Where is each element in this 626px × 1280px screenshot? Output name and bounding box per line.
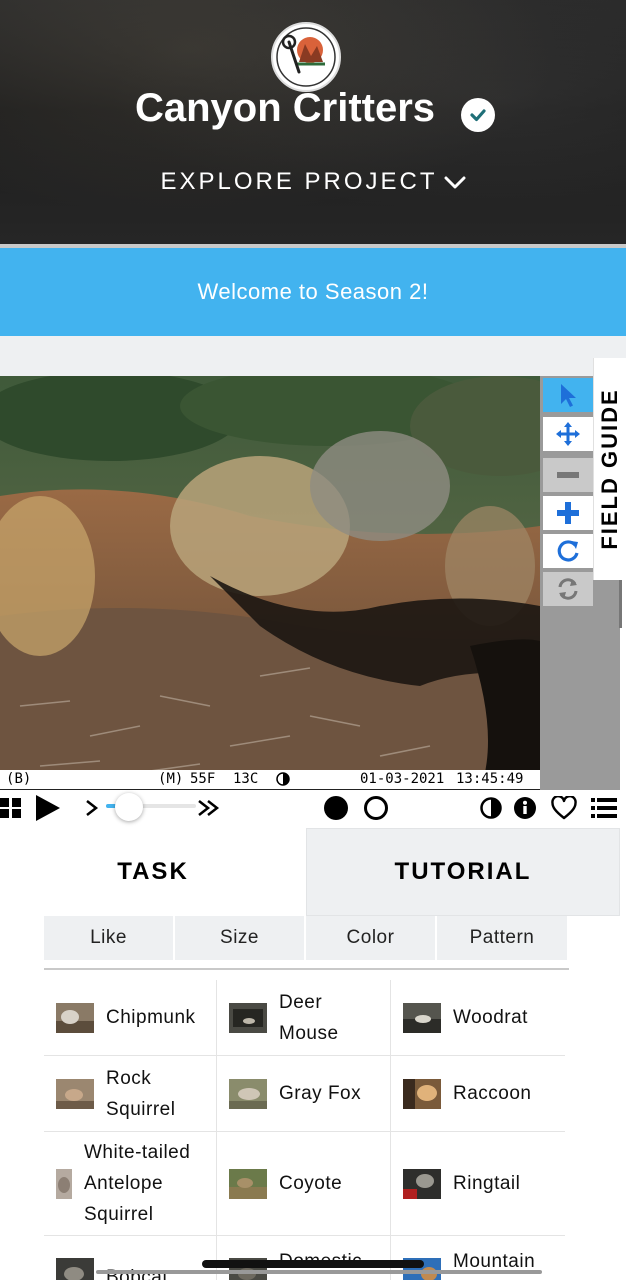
choice-chipmunk[interactable]: Chipmunk — [44, 980, 217, 1056]
choice-white-tailed-antelope-squirrel[interactable]: White-tailed Antelope Squirrel — [44, 1132, 217, 1236]
camera-mode-b: (B) — [6, 771, 32, 787]
faster-icon[interactable] — [196, 790, 222, 826]
filter-like[interactable]: Like — [44, 916, 173, 960]
rotate-button[interactable] — [543, 534, 593, 568]
cursor-arrow-icon — [561, 384, 576, 407]
tab-tutorial[interactable]: TUTORIAL — [306, 828, 620, 916]
choice-label: Ringtail — [453, 1173, 521, 1194]
refresh-icon — [558, 578, 578, 600]
favorite-heart-icon[interactable] — [550, 790, 578, 826]
gray-fox-thumbnail — [229, 1078, 267, 1109]
rotate-icon — [557, 540, 579, 562]
temperature-f: 55F — [190, 771, 216, 787]
choice-label-line: Squirrel — [84, 1204, 154, 1225]
subject-controls — [0, 790, 626, 826]
bobcat-thumbnail — [56, 1258, 94, 1280]
announcement-text: Welcome to Season 2! — [197, 279, 429, 304]
choice-label: Woodrat — [453, 1007, 528, 1028]
choice-label: Chipmunk — [106, 1007, 196, 1028]
choice-label-line: Squirrel — [106, 1098, 176, 1120]
choice-gray-fox[interactable]: Gray Fox — [217, 1056, 391, 1132]
home-indicator[interactable] — [202, 1260, 424, 1268]
move-tool-button[interactable] — [543, 417, 593, 451]
filter-color[interactable]: Color — [306, 916, 435, 960]
announcement-banner: Welcome to Season 2! — [0, 248, 626, 336]
info-icon[interactable] — [513, 790, 537, 826]
choice-label-line: Antelope — [84, 1173, 164, 1194]
toolbar-scrollbar[interactable] — [619, 580, 622, 628]
choice-coyote[interactable]: Coyote — [217, 1132, 391, 1236]
invert-colors-icon[interactable] — [479, 790, 503, 826]
hollow-circle-icon[interactable] — [362, 790, 390, 826]
deer-mouse-thumbnail — [229, 1002, 267, 1033]
chevron-down-icon — [444, 169, 466, 197]
coyote-thumbnail — [229, 1168, 267, 1199]
choice-label-line: Mouse — [279, 1022, 339, 1044]
slower-icon[interactable] — [82, 790, 102, 826]
camera-mode-m: (M) — [158, 771, 184, 787]
project-header: Canyon Critters EXPLORE PROJECT — [0, 0, 626, 244]
verified-badge-icon — [461, 98, 495, 132]
minus-icon — [557, 472, 579, 478]
filter-size[interactable]: Size — [175, 916, 304, 960]
filter-pattern[interactable]: Pattern — [437, 916, 567, 960]
temperature-c: 13C — [233, 771, 259, 787]
classifier-background — [0, 336, 626, 376]
capture-date: 01-03-2021 — [360, 771, 445, 787]
explore-project-menu[interactable]: EXPLORE PROJECT — [0, 168, 626, 197]
grid-view-icon[interactable] — [0, 790, 22, 826]
choice-label-line: Rock — [106, 1067, 152, 1089]
choice-label-line: White-tailed — [84, 1142, 191, 1163]
capture-time: 13:45:49 — [456, 771, 524, 787]
rock-squirrel-thumbnail — [56, 1078, 94, 1109]
filled-circle-icon[interactable] — [322, 790, 350, 826]
woodrat-thumbnail — [403, 1002, 441, 1033]
choice-raccoon[interactable]: Raccoon — [391, 1056, 565, 1132]
playback-speed-thumb[interactable] — [114, 793, 143, 821]
play-icon[interactable] — [30, 790, 64, 826]
zoom-in-button[interactable] — [543, 496, 593, 530]
choice-label: Gray Fox — [279, 1083, 362, 1104]
moon-phase-icon — [276, 772, 290, 790]
choice-woodrat[interactable]: Woodrat — [391, 980, 565, 1056]
ringtail-thumbnail — [403, 1168, 441, 1199]
choice-label-line: Deer — [279, 991, 323, 1013]
choice-label: Coyote — [279, 1173, 343, 1194]
choice-label: Raccoon — [453, 1083, 532, 1104]
project-logo[interactable] — [271, 22, 341, 92]
annotate-tool-button[interactable] — [543, 378, 593, 412]
antelope-squirrel-thumbnail — [56, 1168, 72, 1199]
zoom-out-button[interactable] — [543, 458, 593, 492]
chipmunk-thumbnail — [56, 1002, 94, 1033]
reset-button[interactable] — [543, 572, 593, 606]
field-guide-label: FIELD GUIDE — [597, 388, 622, 550]
explore-project-label: EXPLORE PROJECT — [160, 168, 438, 195]
collections-list-icon[interactable] — [590, 790, 618, 826]
move-arrows-icon — [556, 422, 580, 446]
subject-image[interactable] — [0, 376, 540, 790]
camera-info-strip: (B) (M) 55F 13C 01-03-2021 13:45:49 — [0, 770, 540, 790]
task-tabs: TASK TUTORIAL — [0, 828, 626, 916]
field-guide-tab[interactable]: FIELD GUIDE — [593, 358, 626, 580]
raccoon-thumbnail — [403, 1078, 441, 1109]
page-scrollbar[interactable] — [96, 1270, 542, 1274]
tab-task[interactable]: TASK — [0, 828, 306, 916]
plus-icon — [557, 502, 579, 524]
choice-deer-mouse[interactable]: Deer Mouse — [217, 980, 391, 1056]
filter-divider — [44, 968, 569, 970]
choice-ringtail[interactable]: Ringtail — [391, 1132, 565, 1236]
choice-rock-squirrel[interactable]: Rock Squirrel — [44, 1056, 217, 1132]
